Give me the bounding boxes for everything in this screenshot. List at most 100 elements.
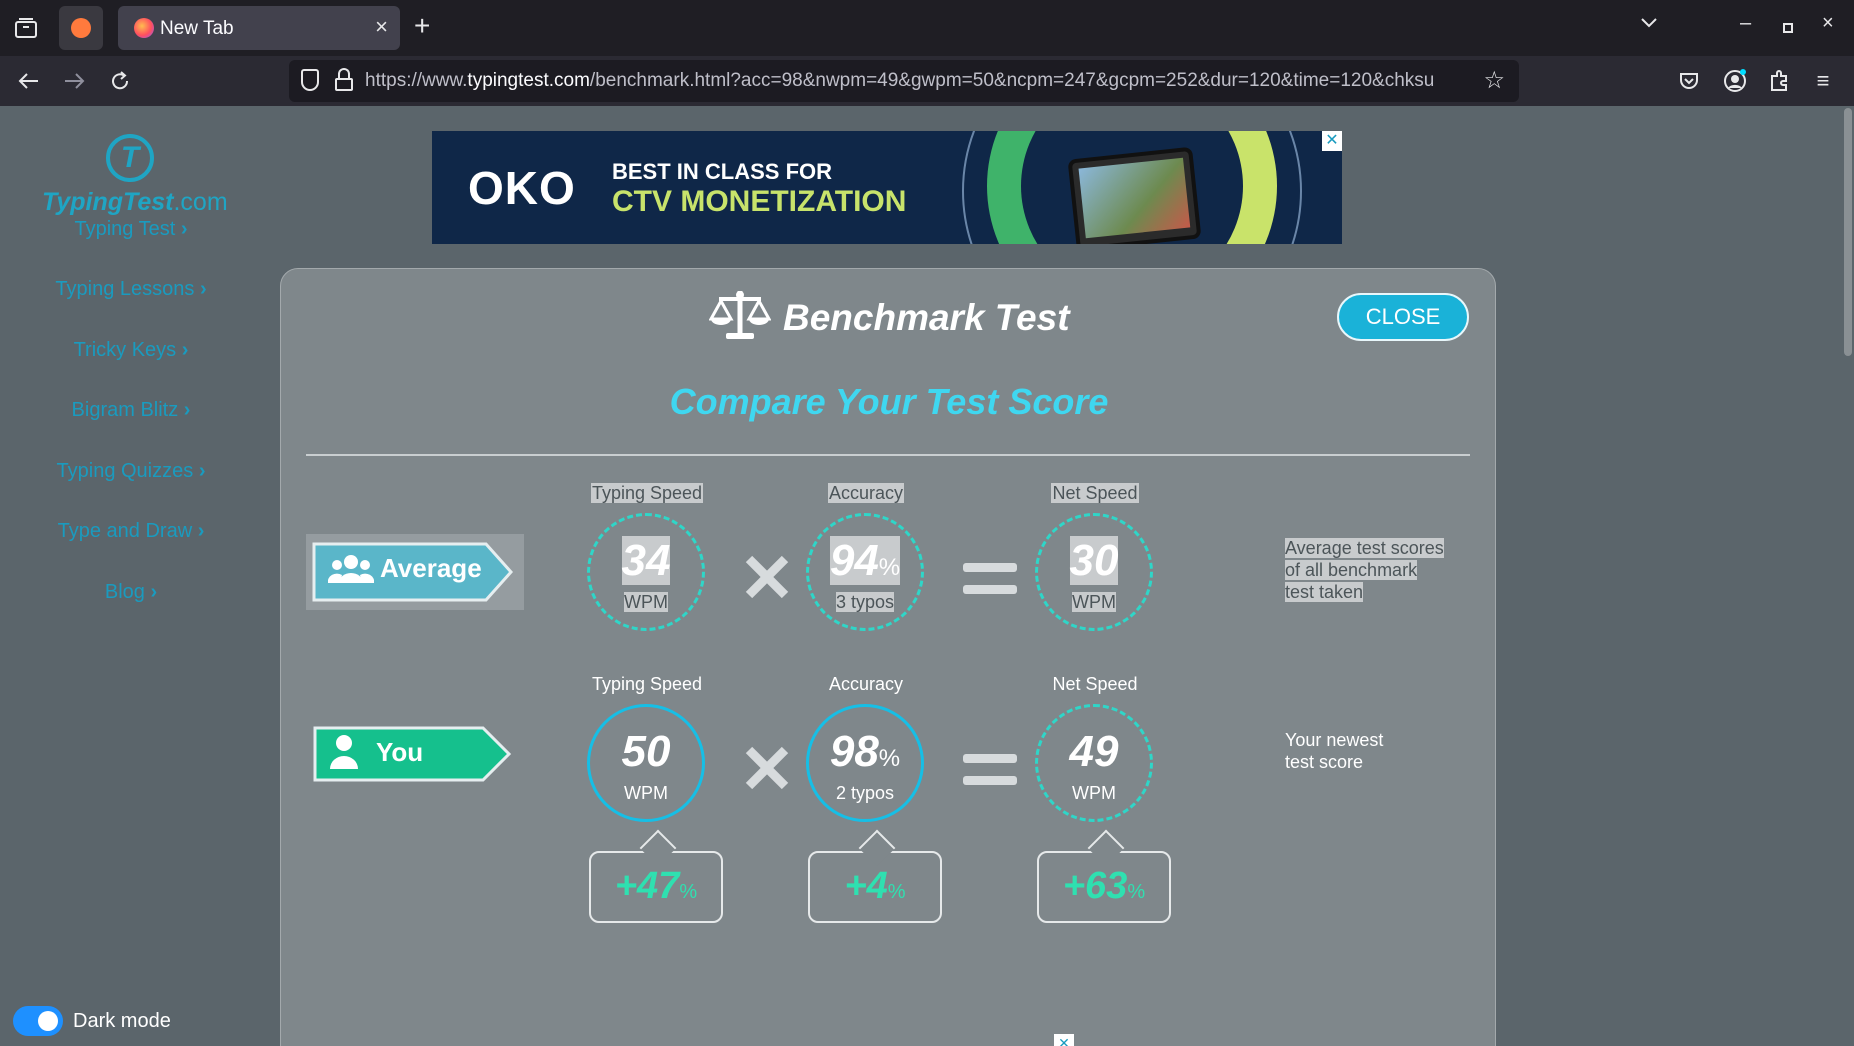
url-bar[interactable]: https://www.typingtest.com/benchmark.htm… — [289, 60, 1519, 102]
you-accuracy-value: 98% — [829, 727, 901, 776]
avg-typing-speed-label: Typing Speed — [590, 483, 704, 503]
speed-delta-value: +47% — [614, 865, 698, 907]
benchmark-modal: Benchmark Test CLOSE Compare Your Test S… — [280, 268, 1496, 1046]
url-text[interactable]: https://www.typingtest.com/benchmark.htm… — [365, 70, 1475, 92]
modal-subtitle: Compare Your Test Score — [669, 381, 1109, 422]
chevron-right-icon: › — [180, 218, 188, 240]
chevron-right-icon: › — [150, 581, 158, 603]
close-window-icon[interactable]: × — [1822, 12, 1834, 35]
net-delta-value: +63% — [1062, 865, 1146, 907]
lock-icon[interactable] — [335, 68, 353, 92]
you-accuracy-label: Accuracy — [828, 674, 904, 694]
multiply-icon — [745, 555, 789, 599]
you-net-speed-label: Net Speed — [1052, 674, 1138, 694]
multiply-icon — [745, 746, 789, 790]
firefox-icon — [134, 18, 154, 38]
forward-icon[interactable] — [59, 66, 89, 96]
new-tab-button[interactable]: + — [414, 10, 430, 42]
scrollbar-thumb[interactable] — [1844, 108, 1852, 356]
you-typing-speed-value: 50 — [621, 727, 671, 776]
speed-delta-bubble: +47% — [589, 829, 723, 923]
you-typing-speed-label: Typing Speed — [591, 674, 703, 694]
ad-headline: BEST IN CLASS FOR — [612, 159, 833, 184]
sidebar-item-typing-test[interactable]: Typing Test › — [0, 218, 262, 241]
logo-mark-icon: T — [106, 134, 154, 182]
user-icon — [330, 735, 358, 769]
dark-mode-label: Dark mode — [73, 1010, 171, 1032]
ad-headline-accent: CTV MONETIZATION — [612, 185, 907, 218]
avg-typing-speed-circle: 34 WPM — [587, 513, 705, 631]
tracking-protection-icon[interactable] — [301, 69, 319, 91]
divider — [306, 454, 1470, 456]
dark-mode-toggle[interactable] — [13, 1006, 63, 1036]
avg-net-speed-label: Net Speed — [1051, 483, 1139, 503]
menu-icon[interactable]: ≡ — [1810, 68, 1836, 94]
you-typing-speed-unit: WPM — [624, 783, 668, 803]
ad-brand-logo: OKO — [468, 162, 576, 214]
sidebar-item-typing-lessons[interactable]: Typing Lessons › — [0, 278, 262, 301]
avg-accuracy-value: 94% — [829, 536, 901, 585]
accuracy-delta-bubble: +4% — [808, 829, 942, 923]
you-typos: 2 typos — [835, 783, 895, 803]
accuracy-delta-value: +4% — [844, 865, 906, 907]
minimize-window-icon[interactable]: – — [1740, 12, 1751, 35]
sidebar-item-typing-quizzes[interactable]: Typing Quizzes › — [0, 460, 262, 483]
average-badge-label: Average — [380, 553, 482, 583]
avg-typos: 3 typos — [835, 592, 895, 612]
chevron-right-icon: › — [198, 460, 206, 482]
equals-icon — [963, 563, 1017, 594]
chevron-right-icon: › — [199, 278, 207, 300]
equals-icon — [963, 754, 1017, 785]
you-note: Your newest test score — [1285, 730, 1384, 772]
avg-accuracy-label: Accuracy — [827, 483, 905, 503]
you-typing-speed-circle: 50 WPM — [587, 704, 705, 822]
extensions-icon[interactable] — [1766, 68, 1792, 94]
you-accuracy-circle: 98% 2 typos — [806, 704, 924, 822]
pinned-tab-favicon-icon — [71, 18, 91, 38]
ad-banner[interactable]: OKO BEST IN CLASS FOR CTV MONETIZATION ✕ — [432, 131, 1342, 244]
sidebar-item-bigram-blitz[interactable]: Bigram Blitz › — [0, 399, 262, 422]
browser-nav-bar: https://www.typingtest.com/benchmark.htm… — [0, 56, 1854, 106]
you-net-speed-value: 49 — [1069, 727, 1119, 776]
users-icon — [328, 555, 374, 583]
balance-scale-icon — [709, 291, 771, 339]
bookmark-star-icon[interactable]: ☆ — [1483, 66, 1505, 95]
tab-overview-icon[interactable] — [12, 14, 40, 42]
avg-net-speed-unit: WPM — [1072, 592, 1116, 612]
ad-close-icon[interactable]: ✕ — [1322, 131, 1342, 151]
page-scrollbar[interactable] — [1842, 106, 1854, 1046]
avg-typing-speed-unit: WPM — [624, 592, 668, 612]
avg-typing-speed-value: 34 — [621, 536, 671, 585]
modal-title: Benchmark Test — [783, 297, 1070, 338]
avg-accuracy-circle: 94% 3 typos — [806, 513, 924, 631]
typingtest-logo[interactable]: T TypingTest.com — [42, 134, 228, 224]
tab-title: New Tab — [160, 18, 234, 39]
you-net-speed-circle: 49 WPM — [1035, 704, 1153, 822]
chevron-right-icon: › — [197, 520, 205, 542]
modal-header: Benchmark Test — [709, 287, 1070, 347]
reload-icon[interactable] — [105, 66, 135, 96]
net-delta-bubble: +63% — [1037, 829, 1171, 923]
average-note: Average test scores of all benchmark test … — [1285, 538, 1444, 602]
sidebar-item-blog[interactable]: Blog › — [0, 581, 262, 604]
pinned-tab[interactable] — [59, 6, 103, 50]
back-icon[interactable] — [14, 66, 44, 96]
toggle-knob — [38, 1011, 58, 1031]
ad-tablet-image — [1067, 146, 1202, 244]
sidebar-item-type-and-draw[interactable]: Type and Draw › — [0, 520, 262, 543]
close-tab-icon[interactable]: × — [375, 14, 388, 40]
chevron-right-icon: › — [181, 339, 189, 361]
pocket-icon[interactable] — [1676, 68, 1702, 94]
ad-close-icon[interactable]: ✕ — [1054, 1034, 1074, 1046]
list-all-tabs-icon[interactable] — [1640, 12, 1658, 35]
account-icon[interactable] — [1722, 68, 1748, 94]
sidebar-item-tricky-keys[interactable]: Tricky Keys › — [0, 339, 262, 362]
you-badge-label: You — [376, 737, 424, 767]
avg-net-speed-circle: 30 WPM — [1035, 513, 1153, 631]
maximize-window-icon[interactable] — [1783, 16, 1793, 39]
tab-new-tab[interactable]: New Tab × — [118, 6, 400, 50]
close-button[interactable]: CLOSE — [1337, 293, 1469, 341]
browser-tab-bar: New Tab × + – × — [0, 0, 1854, 56]
you-net-speed-unit: WPM — [1072, 783, 1116, 803]
chevron-right-icon: › — [183, 399, 191, 421]
